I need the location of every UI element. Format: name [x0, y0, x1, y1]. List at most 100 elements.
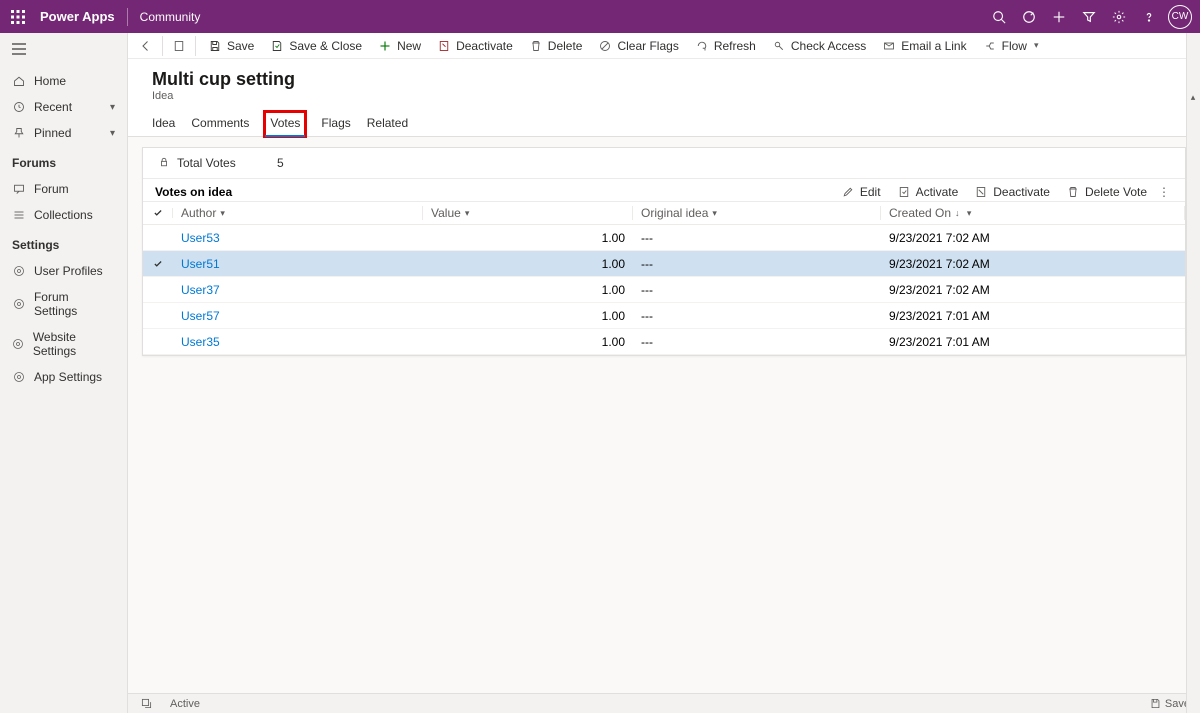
subgrid-title: Votes on idea: [155, 185, 232, 199]
sidenav-item-app-settings[interactable]: App Settings: [0, 364, 127, 390]
cmd-label: Save: [227, 39, 254, 53]
chevron-down-icon: ▾: [465, 208, 470, 219]
col-value[interactable]: Value ▾: [423, 206, 633, 220]
author-link[interactable]: User37: [181, 283, 220, 297]
header-divider: [127, 8, 128, 26]
sidenav-label: User Profiles: [34, 264, 103, 278]
gear-icon: [12, 337, 25, 351]
table-row[interactable]: User511.00---9/23/2021 7:02 AM: [143, 251, 1185, 277]
cmd-new[interactable]: New: [370, 34, 429, 58]
author-link[interactable]: User57: [181, 309, 220, 323]
sidenav-item-website-settings[interactable]: Website Settings: [0, 324, 127, 364]
app-launcher-icon[interactable]: [8, 7, 28, 27]
scrollbar-track[interactable]: ▴: [1186, 33, 1200, 713]
table-row[interactable]: User531.00---9/23/2021 7:02 AM: [143, 225, 1185, 251]
search-icon[interactable]: [984, 2, 1014, 32]
cmd-clear-flags[interactable]: Clear Flags: [590, 34, 686, 58]
author-link[interactable]: User53: [181, 231, 220, 245]
cmd-save[interactable]: Save: [200, 34, 262, 58]
cell-original-idea: ---: [633, 257, 881, 271]
col-label: Author: [181, 206, 216, 220]
form-selector-icon[interactable]: [167, 34, 191, 58]
list-icon: [12, 208, 26, 222]
tab-flags[interactable]: Flags: [321, 112, 350, 136]
cmd-refresh[interactable]: Refresh: [687, 34, 764, 58]
popout-icon[interactable]: [138, 698, 154, 709]
cmd-check-access[interactable]: Check Access: [764, 34, 874, 58]
tab-votes[interactable]: Votes: [265, 112, 305, 136]
cmd-flow[interactable]: Flow ▾: [975, 34, 1047, 58]
sidenav-item-home[interactable]: Home: [0, 68, 127, 94]
status-text: Active: [170, 698, 200, 710]
filter-icon[interactable]: [1074, 2, 1104, 32]
cell-author: User53: [173, 231, 423, 245]
tab-related[interactable]: Related: [367, 112, 408, 136]
table-row[interactable]: User351.00---9/23/2021 7:01 AM: [143, 329, 1185, 355]
subgrid-more-icon[interactable]: ⋮: [1155, 185, 1173, 199]
cmd-label: New: [397, 39, 421, 53]
sidenav-label: Recent: [34, 100, 72, 114]
table-row[interactable]: User571.00---9/23/2021 7:01 AM: [143, 303, 1185, 329]
sidenav-item-recent[interactable]: Recent ▾: [0, 94, 127, 120]
sidenav: Home Recent ▾ Pinned ▾ Forums Forum Coll…: [0, 33, 128, 713]
table-row[interactable]: User371.00---9/23/2021 7:02 AM: [143, 277, 1185, 303]
cell-created-on: 9/23/2021 7:02 AM: [881, 283, 1185, 297]
row-checkbox[interactable]: [143, 259, 173, 269]
cell-author: User57: [173, 309, 423, 323]
tab-comments[interactable]: Comments: [191, 112, 249, 136]
chevron-down-icon: ▾: [1034, 40, 1039, 51]
deactivate-icon: [437, 39, 451, 53]
author-link[interactable]: User35: [181, 335, 220, 349]
clock-icon: [12, 100, 26, 114]
sidenav-item-pinned[interactable]: Pinned ▾: [0, 120, 127, 146]
form-content: Total Votes 5 Votes on idea Edit Activat…: [128, 137, 1200, 713]
author-link[interactable]: User51: [181, 257, 220, 271]
help-icon[interactable]: [1134, 2, 1164, 32]
col-created-on[interactable]: Created On↓ ▾: [881, 206, 1185, 220]
subgrid-activate-button[interactable]: Activate: [889, 185, 967, 199]
command-bar: Save Save & Close New Deactivate Delete …: [128, 33, 1200, 59]
cmd-delete[interactable]: Delete: [521, 34, 591, 58]
pin-icon: [12, 126, 26, 140]
user-avatar[interactable]: CW: [1168, 5, 1192, 29]
col-select[interactable]: [143, 208, 173, 218]
main-pane: Save Save & Close New Deactivate Delete …: [128, 33, 1200, 713]
area-name[interactable]: Community: [140, 10, 201, 24]
subgrid-edit-button[interactable]: Edit: [833, 185, 889, 199]
target-icon[interactable]: [1014, 2, 1044, 32]
cell-author: User51: [173, 257, 423, 271]
votes-grid: Author ▾ Value ▾ Original idea▾ Created On…: [143, 201, 1185, 355]
col-author[interactable]: Author ▾: [173, 206, 423, 220]
tab-idea[interactable]: Idea: [152, 112, 175, 136]
cell-created-on: 9/23/2021 7:01 AM: [881, 335, 1185, 349]
scroll-up-icon[interactable]: ▴: [1188, 92, 1198, 102]
subgrid-deactivate-button[interactable]: Deactivate: [966, 185, 1058, 199]
cell-original-idea: ---: [633, 231, 881, 245]
gear-icon[interactable]: [1104, 2, 1134, 32]
mail-icon: [882, 39, 896, 53]
sidenav-item-forum-settings[interactable]: Forum Settings: [0, 284, 127, 324]
cmd-label: Email a Link: [901, 39, 966, 53]
sidenav-item-forum[interactable]: Forum: [0, 176, 127, 202]
col-label: Created On: [889, 206, 951, 220]
status-save-button[interactable]: Save: [1150, 698, 1190, 710]
back-icon[interactable]: [134, 34, 158, 58]
cmd-label: Flow: [1002, 39, 1027, 53]
cmd-label: Clear Flags: [617, 39, 678, 53]
sidenav-label: App Settings: [34, 370, 102, 384]
cmd-email-link[interactable]: Email a Link: [874, 34, 974, 58]
subgrid-delete-button[interactable]: Delete Vote: [1058, 185, 1155, 199]
cmd-save-close[interactable]: Save & Close: [262, 34, 370, 58]
action-label: Activate: [916, 185, 959, 199]
key-icon: [772, 39, 786, 53]
sidenav-toggle-icon[interactable]: [0, 33, 127, 68]
sidenav-label: Collections: [34, 208, 93, 222]
total-votes-field: Total Votes 5: [143, 148, 1185, 178]
col-original-idea[interactable]: Original idea▾: [633, 206, 881, 220]
chevron-down-icon: ▾: [220, 208, 225, 219]
col-label: Value: [431, 206, 461, 220]
sidenav-item-user-profiles[interactable]: User Profiles: [0, 258, 127, 284]
add-icon[interactable]: [1044, 2, 1074, 32]
cmd-deactivate[interactable]: Deactivate: [429, 34, 521, 58]
sidenav-item-collections[interactable]: Collections: [0, 202, 127, 228]
